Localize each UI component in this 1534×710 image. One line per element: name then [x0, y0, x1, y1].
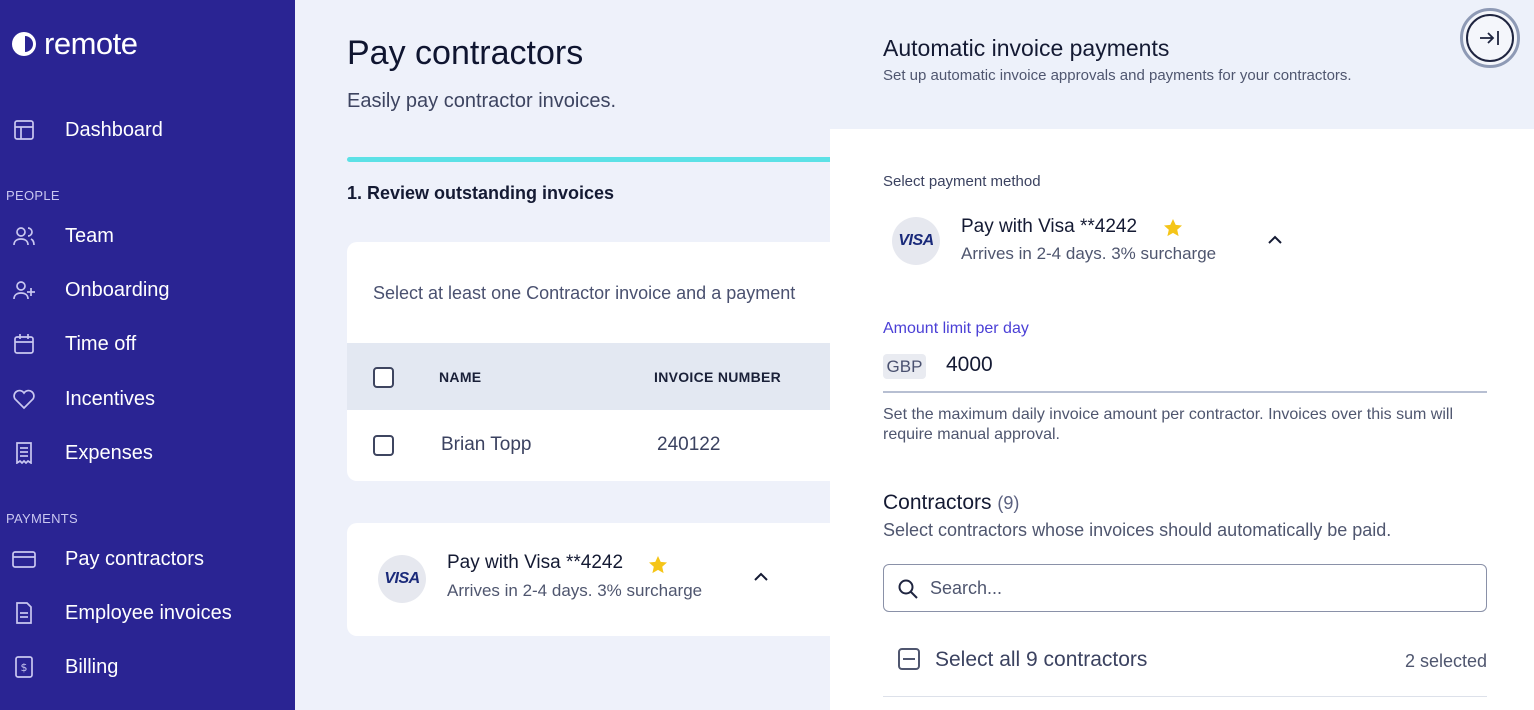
brand-name: remote [44, 26, 138, 61]
receipt-icon [12, 441, 36, 465]
sidebar-item-label: Onboarding [65, 278, 170, 301]
sidebar-item-pay-contractors[interactable]: Pay contractors [0, 537, 295, 581]
column-header-name: NAME [439, 369, 482, 385]
drawer-subtitle: Set up automatic invoice approvals and p… [883, 67, 1352, 84]
sidebar-item-label: Incentives [65, 387, 156, 410]
payment-method-subtitle: Arrives in 2-4 days. 3% surcharge [447, 581, 703, 600]
drawer-title: Automatic invoice payments [883, 35, 1170, 61]
currency-badge: GBP [883, 354, 926, 379]
calendar-icon [12, 332, 36, 356]
credit-card-icon [12, 547, 36, 571]
sidebar: remote Dashboard PEOPLE Team Onboarding … [0, 0, 295, 710]
invoice-hint: Select at least one Contractor invoice a… [373, 283, 796, 303]
visa-icon: VISA [378, 555, 426, 603]
table-header: NAME INVOICE NUMBER [347, 343, 847, 410]
contractors-subtitle: Select contractors whose invoices should… [883, 520, 1392, 540]
payment-method-label: Select payment method [883, 173, 1041, 190]
amount-limit-input[interactable]: 4000 [946, 353, 993, 377]
close-drawer-button[interactable] [1460, 8, 1520, 68]
main-content: Pay contractors Easily pay contractor in… [295, 0, 847, 710]
select-all-invoices-checkbox[interactable] [373, 367, 394, 388]
remote-logo-icon [12, 32, 36, 56]
sidebar-item-label: Employee invoices [65, 601, 232, 624]
sidebar-item-label: Expenses [65, 441, 153, 464]
sidebar-item-label: Pay contractors [65, 547, 204, 570]
svg-text:$: $ [21, 661, 28, 674]
sidebar-item-team[interactable]: Team [0, 214, 295, 258]
contractor-name: Brian Topp [441, 434, 532, 455]
selected-count: 2 selected [1404, 651, 1487, 671]
sidebar-item-incentives[interactable]: Incentives [0, 377, 295, 421]
user-plus-icon [12, 278, 36, 302]
invoice-icon [12, 601, 36, 625]
chevron-up-icon[interactable] [751, 567, 771, 587]
divider [883, 696, 1487, 697]
star-icon [1164, 219, 1182, 237]
sidebar-item-onboarding[interactable]: Onboarding [0, 268, 295, 312]
payment-method-card[interactable]: VISA Pay with Visa **4242 Arrives in 2-4… [347, 523, 847, 636]
sidebar-item-label: Team [65, 224, 114, 247]
row-checkbox[interactable] [373, 435, 394, 456]
section-label-people: PEOPLE [6, 188, 60, 203]
sidebar-item-dashboard[interactable]: Dashboard [0, 108, 295, 152]
invoice-number: 240122 [657, 434, 721, 455]
sidebar-item-label: Dashboard [65, 118, 163, 141]
users-icon [12, 224, 36, 248]
chevron-up-icon[interactable] [1265, 230, 1285, 250]
page-subtitle: Easily pay contractor invoices. [347, 90, 617, 112]
visa-icon: VISA [892, 217, 940, 265]
sidebar-item-time-off[interactable]: Time off [0, 322, 295, 366]
star-icon [649, 556, 667, 574]
select-all-label[interactable]: Select all 9 contractors [935, 648, 1147, 672]
contractors-count: (9) [997, 493, 1020, 513]
collapse-right-icon [1480, 31, 1499, 45]
section-label-payments: PAYMENTS [6, 511, 78, 526]
layout-icon [12, 118, 36, 142]
payment-method-title: Pay with Visa **4242 [961, 216, 1138, 237]
sidebar-item-label: Time off [65, 332, 137, 355]
search-input[interactable] [930, 575, 1470, 601]
payment-method-title: Pay with Visa **4242 [447, 552, 624, 573]
progress-bar [347, 157, 830, 162]
contractors-heading: Contractors (9) [883, 491, 1020, 514]
billing-icon: $ [12, 655, 36, 679]
payment-method-subtitle: Arrives in 2-4 days. 3% surcharge [961, 244, 1217, 263]
heart-icon [12, 387, 36, 411]
page-title: Pay contractors [347, 34, 584, 72]
amount-limit-label: Amount limit per day [883, 320, 1029, 337]
sidebar-item-employee-invoices[interactable]: Employee invoices [0, 591, 295, 635]
sidebar-item-expenses[interactable]: Expenses [0, 431, 295, 475]
invoices-card: Select at least one Contractor invoice a… [347, 242, 847, 481]
brand-logo[interactable]: remote [10, 26, 138, 62]
step-label: 1. Review outstanding invoices [347, 183, 615, 203]
drawer-header: Automatic invoice payments Set up automa… [830, 0, 1534, 129]
column-header-invoice-number: INVOICE NUMBER [654, 369, 782, 385]
amount-help-text: Set the maximum daily invoice amount per… [883, 406, 1454, 443]
search-icon [898, 579, 918, 599]
sidebar-item-billing[interactable]: $ Billing [0, 645, 295, 689]
amount-input-underline [883, 391, 1487, 393]
sidebar-item-label: Billing [65, 655, 119, 678]
automatic-payments-drawer: Automatic invoice payments Set up automa… [830, 0, 1534, 710]
select-all-checkbox[interactable] [898, 648, 920, 670]
contractor-search[interactable] [883, 564, 1487, 612]
